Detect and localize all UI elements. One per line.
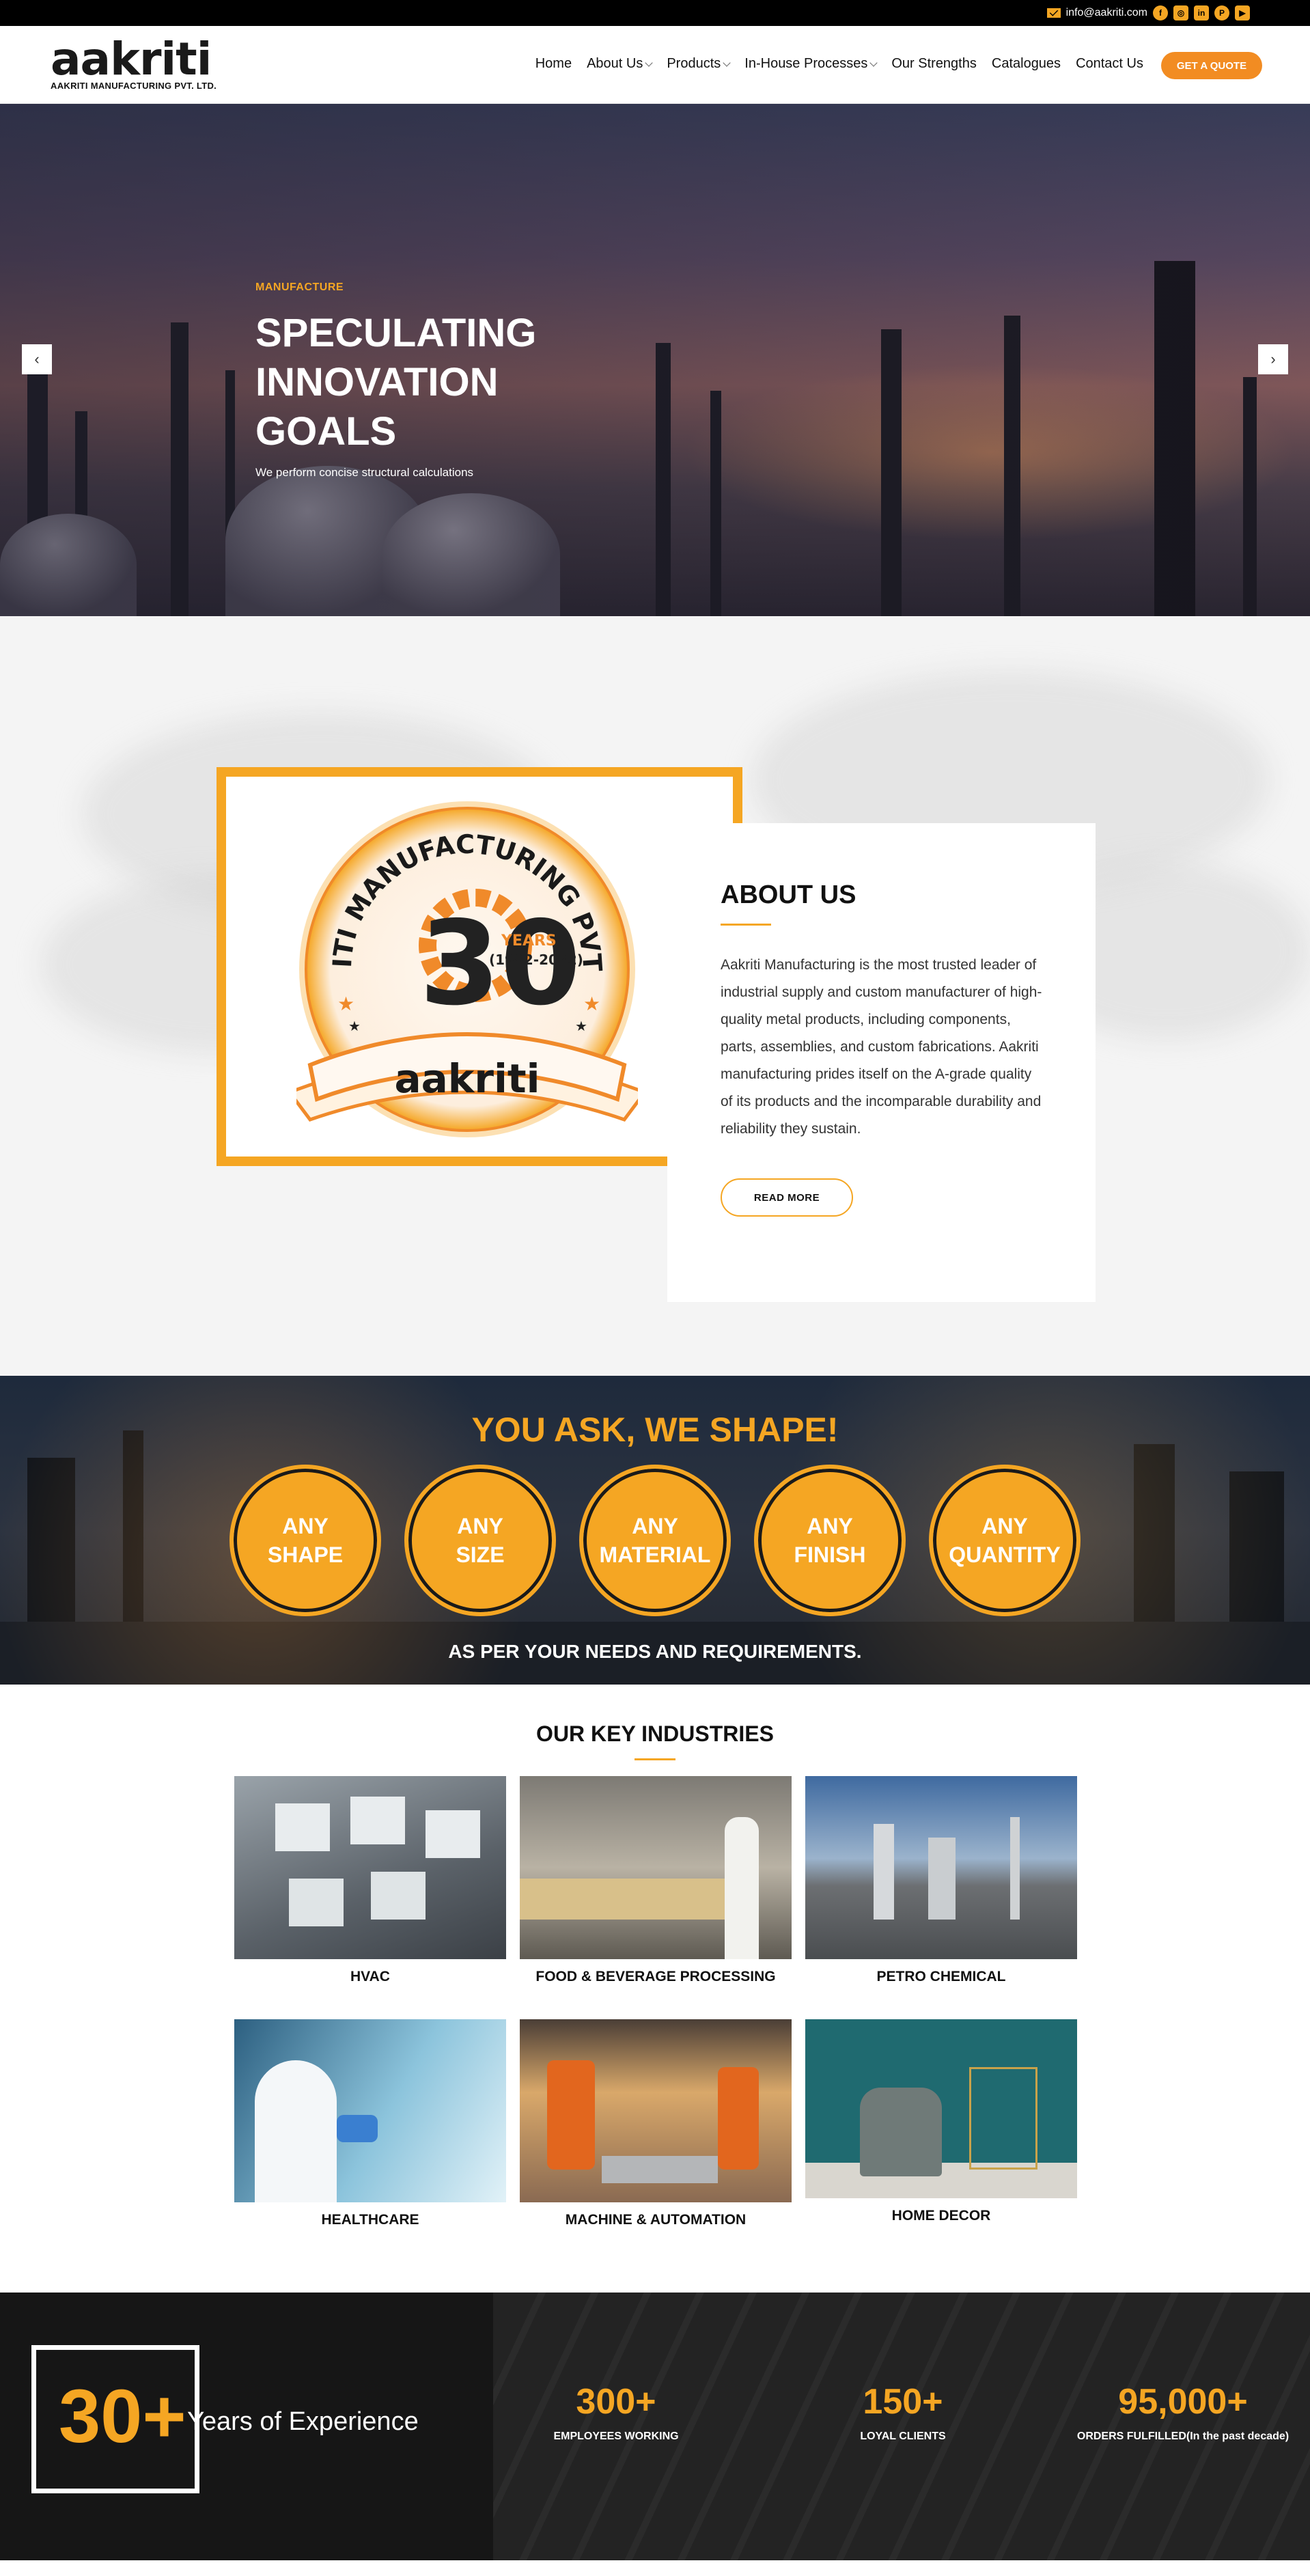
hvac-image (234, 1776, 506, 1959)
hero-overlay (0, 104, 1310, 616)
anniversary-badge: AAKRITI MANUFACTURING PVT. LTD. 30 YEARS… (296, 799, 638, 1137)
logo-subtitle: AAKRITI MANUFACTURING PVT. LTD. (51, 81, 217, 91)
nav-products[interactable]: Products (667, 56, 731, 72)
industry-label: FOOD & BEVERAGE PROCESSING (535, 1969, 776, 1984)
automation-image (520, 2019, 792, 2202)
industry-card-hvac[interactable]: HVAC (234, 1776, 506, 1985)
stat-employees: 300+ EMPLOYEES WORKING (548, 2381, 684, 2443)
capability-quantity: ANY QUANTITY (929, 1465, 1081, 1616)
capability-material: ANY MATERIAL (579, 1465, 731, 1616)
main-nav: Home About Us Products In-House Processe… (535, 56, 1143, 72)
badge-years: YEARS (501, 932, 557, 950)
stats-section: 30+ Years of Experience 300+ EMPLOYEES W… (0, 2293, 1310, 2560)
email-link[interactable]: info@aakriti.com (1066, 7, 1147, 19)
stat-number: 150+ (863, 2382, 943, 2422)
industry-card-petro-chemical[interactable]: PETRO CHEMICAL (805, 1776, 1077, 1985)
chevron-down-icon (645, 58, 654, 67)
stat-number: 300+ (576, 2382, 656, 2422)
industry-card-machine-automation[interactable]: MACHINE & AUTOMATION (520, 2019, 792, 2228)
nav-contact-us[interactable]: Contact Us (1076, 56, 1143, 72)
industry-label: MACHINE & AUTOMATION (565, 2212, 747, 2228)
industry-card-healthcare[interactable]: HEALTHCARE (234, 2019, 506, 2228)
experience-panel: 30+ Years of Experience (0, 2293, 493, 2560)
chevron-right-icon: › (1270, 350, 1276, 368)
capabilities-footer: AS PER YOUR NEEDS AND REQUIREMENTS. (448, 1641, 862, 1662)
star-icon: ★ (348, 1019, 361, 1034)
industry-card-home-decor[interactable]: HOME DECOR (805, 2019, 1077, 2224)
site-header: aakriti AAKRITI MANUFACTURING PVT. LTD. … (0, 26, 1310, 104)
star-icon: ★ (337, 993, 354, 1014)
title-divider (635, 1758, 675, 1760)
industry-label: HEALTHCARE (321, 2212, 419, 2228)
get-a-quote-button[interactable]: GET A QUOTE (1161, 52, 1262, 79)
stat-label: LOYAL CLIENTS (860, 2430, 946, 2442)
badge-ribbon-text: aakriti (395, 1055, 540, 1102)
star-icon: ★ (575, 1019, 587, 1034)
stat-label: ORDERS FULFILLED(In the past decade) (1076, 2430, 1290, 2442)
nav-about-us[interactable]: About Us (587, 56, 654, 72)
capability-finish: ANY FINISH (754, 1465, 906, 1616)
about-title: ABOUT US (721, 881, 856, 909)
capability-circles: ANY SHAPE ANY SIZE ANY MATERIAL ANY FINISH A… (229, 1465, 1081, 1616)
linkedin-icon[interactable]: in (1194, 5, 1209, 20)
about-section: AAKRITI MANUFACTURING PVT. LTD. 30 YEARS… (0, 616, 1310, 1376)
industry-label: HOME DECOR (891, 2208, 991, 2224)
home-decor-image (805, 2019, 1077, 2198)
capability-size: ANY SIZE (404, 1465, 556, 1616)
industry-label: HVAC (350, 1969, 390, 1984)
badge-range: (1992-2022) (489, 952, 583, 968)
slider-next-button[interactable]: › (1258, 344, 1288, 374)
hero-kicker: MANUFACTURE (255, 281, 344, 293)
facebook-icon[interactable]: f (1153, 5, 1168, 20)
experience-number: 30+ (59, 2374, 186, 2459)
page-bottom (0, 2560, 1310, 2576)
chevron-left-icon: ‹ (34, 350, 40, 368)
stat-clients: 150+ LOYAL CLIENTS (835, 2381, 971, 2443)
stat-label: EMPLOYEES WORKING (553, 2430, 679, 2442)
petrochemical-image (805, 1776, 1077, 1959)
stat-orders: 95,000+ ORDERS FULFILLED(In the past dec… (1067, 2381, 1299, 2443)
instagram-icon[interactable]: ◎ (1173, 5, 1188, 20)
star-icon: ★ (583, 993, 600, 1014)
slider-prev-button[interactable]: ‹ (22, 344, 52, 374)
nav-in-house-processes[interactable]: In-House Processes (744, 56, 878, 72)
logo[interactable]: aakriti AAKRITI MANUFACTURING PVT. LTD. (51, 33, 217, 92)
nav-home[interactable]: Home (535, 56, 572, 72)
industry-label: PETRO CHEMICAL (876, 1969, 1006, 1984)
counters-panel: 300+ EMPLOYEES WORKING 150+ LOYAL CLIENT… (493, 2293, 1310, 2560)
hero-text: MANUFACTURE SPECULATING INNOVATION GOALS… (255, 281, 638, 480)
hero-slider: MANUFACTURE SPECULATING INNOVATION GOALS… (0, 104, 1310, 616)
read-more-button[interactable]: READ MORE (721, 1178, 853, 1217)
about-card: ABOUT US Aakriti Manufacturing is the mo… (667, 823, 1096, 1302)
nav-catalogues[interactable]: Catalogues (992, 56, 1061, 72)
title-divider (721, 924, 771, 926)
logo-wordmark: aakriti (51, 33, 212, 85)
chevron-down-icon (723, 58, 731, 67)
top-contact: info@aakriti.com f ◎ in P ▶ (1046, 5, 1250, 20)
chevron-down-icon (869, 58, 878, 67)
capabilities-title: YOU ASK, WE SHAPE! (471, 1411, 839, 1449)
industries-section: OUR KEY INDUSTRIES HVAC FOOD & BEVERAGE … (0, 1685, 1310, 2293)
hero-subtitle: We perform concise structural calculatio… (255, 466, 474, 479)
stat-number: 95,000+ (1118, 2382, 1248, 2422)
mail-icon (1046, 8, 1061, 18)
healthcare-image (234, 2019, 506, 2202)
industries-title: OUR KEY INDUSTRIES (536, 1721, 774, 1746)
capabilities-section: YOU ASK, WE SHAPE! ANY SHAPE ANY SIZE ANY M… (0, 1376, 1310, 1685)
capability-shape: ANY SHAPE (229, 1465, 381, 1616)
hero-title: SPECULATING INNOVATION GOALS (255, 311, 537, 454)
industry-card-food-beverage[interactable]: FOOD & BEVERAGE PROCESSING (520, 1776, 792, 1985)
nav-our-strengths[interactable]: Our Strengths (891, 56, 977, 72)
pinterest-icon[interactable]: P (1214, 5, 1229, 20)
youtube-icon[interactable]: ▶ (1235, 5, 1250, 20)
about-text: Aakriti Manufacturing is the most truste… (721, 957, 1042, 1137)
top-bar: info@aakriti.com f ◎ in P ▶ (0, 0, 1310, 26)
experience-label: Years of Experience (187, 2407, 419, 2436)
food-processing-image (520, 1776, 792, 1959)
